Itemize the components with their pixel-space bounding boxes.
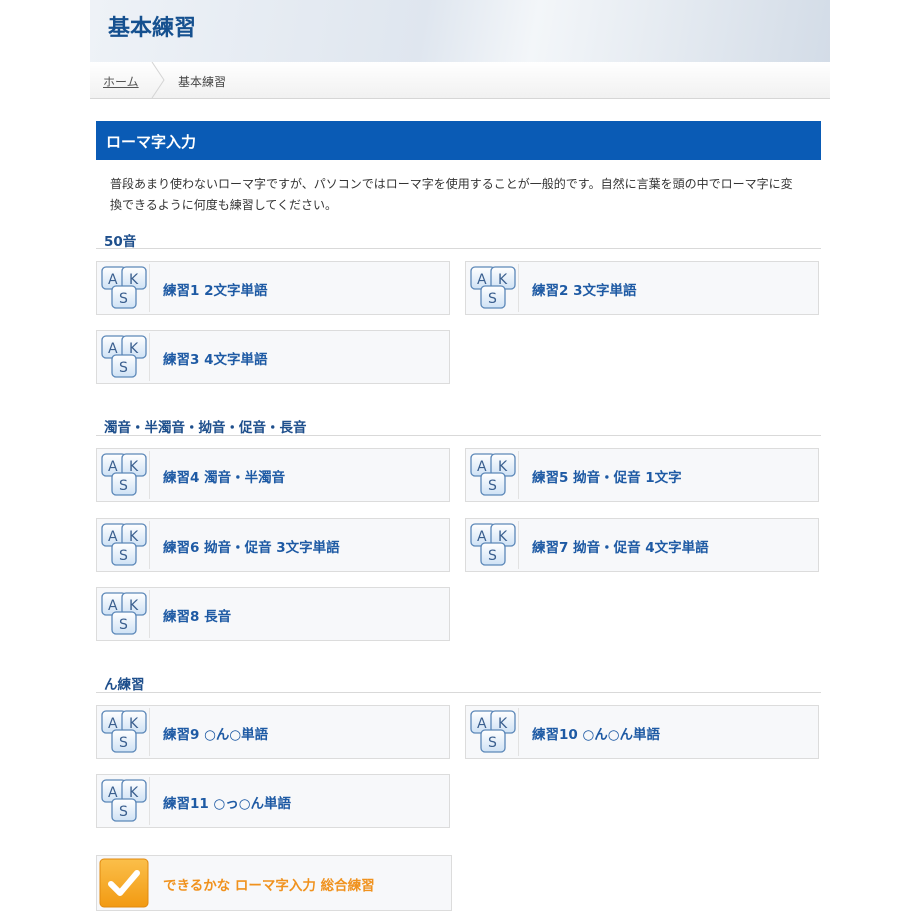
group-title-n-practice: ん練習 [104,677,145,693]
checkmark-icon [99,858,149,908]
comprehensive-practice-label: できるかな ローマ字入力 総合練習 [163,878,375,894]
aks-keys-icon [99,777,150,825]
divider [96,692,821,693]
practice-link-8[interactable]: 練習8 長音 [96,587,450,641]
aks-keys-icon [468,451,519,499]
practice-link-7[interactable]: 練習7 拗音・促音 4文字単語 [465,518,819,572]
practice-link-1[interactable]: 練習1 2文字単語 [96,261,450,315]
practice-link-6[interactable]: 練習6 拗音・促音 3文字単語 [96,518,450,572]
group-title-dakuon: 濁音・半濁音・拗音・促音・長音 [104,420,307,436]
breadcrumb-separator-icon [151,62,165,98]
practice-link-label: 練習1 2文字単語 [163,283,268,299]
breadcrumb: ホーム 基本練習 [90,62,830,99]
breadcrumb-current: 基本練習 [178,75,227,89]
aks-keys-icon [468,708,519,756]
practice-link-label: 練習7 拗音・促音 4文字単語 [532,540,709,556]
practice-link-label: 練習5 拗音・促音 1文字 [532,470,682,486]
practice-link-label: 練習6 拗音・促音 3文字単語 [163,540,340,556]
practice-link-3[interactable]: 練習3 4文字単語 [96,330,450,384]
page-header-banner: 基本練習 [90,0,830,62]
page-title: 基本練習 [108,16,197,41]
aks-keys-icon [99,333,150,381]
page-container: 基本練習 ホーム 基本練習 ローマ字入力 普段あまり使わないローマ字ですが、パソ… [90,0,830,920]
breadcrumb-home-link[interactable]: ホーム [103,73,139,90]
practice-link-11[interactable]: 練習11 ○っ○ん単語 [96,774,450,828]
comprehensive-practice-link[interactable]: できるかな ローマ字入力 総合練習 [96,855,452,911]
practice-link-label: 練習3 4文字単語 [163,352,268,368]
section-heading: ローマ字入力 [96,121,821,160]
practice-link-4[interactable]: 練習4 濁音・半濁音 [96,448,450,502]
practice-link-9[interactable]: 練習9 ○ん○単語 [96,705,450,759]
practice-link-5[interactable]: 練習5 拗音・促音 1文字 [465,448,819,502]
practice-link-2[interactable]: 練習2 3文字単語 [465,261,819,315]
section-description: 普段あまり使わないローマ字ですが、パソコンではローマ字を使用することが一般的です… [110,177,793,212]
practice-link-label: 練習11 ○っ○ん単語 [163,796,292,812]
aks-keys-icon [468,521,519,569]
aks-keys-icon [99,521,150,569]
practice-link-label: 練習10 ○ん○ん単語 [532,727,661,743]
practice-link-label: 練習4 濁音・半濁音 [163,470,286,486]
group-title-50on: 50音 [104,234,137,250]
aks-keys-icon [99,264,150,312]
practice-link-label: 練習2 3文字単語 [532,283,637,299]
aks-keys-icon [99,451,150,499]
aks-keys-icon [468,264,519,312]
section-title: ローマ字入力 [106,133,197,151]
divider [96,435,821,436]
practice-link-label: 練習9 ○ん○単語 [163,727,269,743]
aks-keys-icon [99,708,150,756]
divider [96,248,821,249]
aks-keys-icon [99,590,150,638]
practice-link-10[interactable]: 練習10 ○ん○ん単語 [465,705,819,759]
practice-link-label: 練習8 長音 [163,609,232,625]
